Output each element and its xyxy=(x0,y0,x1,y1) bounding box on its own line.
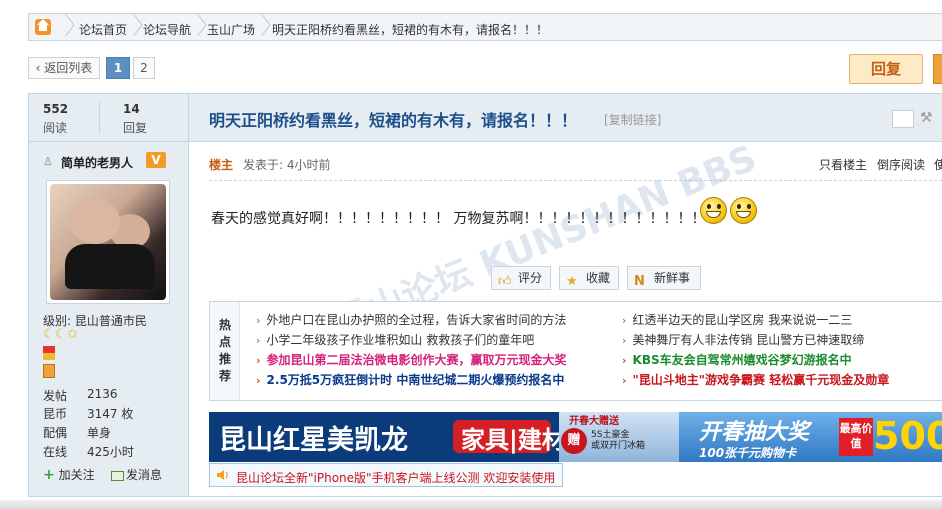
stat-value-coins: 3147 枚 xyxy=(87,407,134,421)
gift-badge-icon: 赠 xyxy=(561,428,587,454)
banner-lottery: 开春抽大奖 xyxy=(699,420,810,445)
breadcrumb-forum-home[interactable]: 论坛首页 xyxy=(79,21,127,38)
new-post-button[interactable] xyxy=(933,54,942,84)
stat-value-posts: 2136 xyxy=(87,387,118,401)
post-body: 春天的感觉真好啊！！！！！！！！！ 万物复苏啊！！！！！！！！！！！！！ xyxy=(211,211,706,227)
news-icon: N xyxy=(634,274,645,289)
banner-brand: 昆山红星美凯龙 xyxy=(219,425,408,456)
breadcrumb-yushan-square[interactable]: 玉山广场 xyxy=(207,21,255,38)
post-content: 楼主 发表于: 4小时前 只看楼主 倒序阅读 使 昆山论坛 KUNSHAN BB… xyxy=(189,138,942,496)
banner-tag: 家具|建材 xyxy=(461,426,566,454)
share-news-button[interactable]: N 新鲜事 xyxy=(627,266,701,290)
author-avatar[interactable] xyxy=(46,180,170,304)
envelope-icon xyxy=(111,470,124,481)
breadcrumb-forum-nav[interactable]: 论坛导航 xyxy=(143,21,191,38)
breadcrumb-separator xyxy=(193,14,203,40)
banner-amount: 5000 xyxy=(873,414,942,458)
page-button-2[interactable]: 2 xyxy=(133,57,155,79)
stat-value-online: 425小时 xyxy=(87,445,134,459)
back-to-list-label: 返回列表 xyxy=(44,61,93,75)
replies-label: 回复 xyxy=(123,121,148,135)
page-button-1[interactable]: 1 xyxy=(106,57,130,79)
moon-icon: ☾ xyxy=(55,327,67,342)
hot-link[interactable]: › 小学二年级孩子作业堆积如山 救救孩子们的童年吧 xyxy=(256,331,534,348)
page-bottom-edge xyxy=(0,500,942,509)
favorite-button[interactable]: ★ 收藏 xyxy=(559,266,619,290)
stat-label-posts: 发帖 xyxy=(43,389,68,403)
author-sidebar: 552 阅读 14 回复 ♙ 简单的老男人 V 级别: 昆山普通市民 ☾ ☾ ✩… xyxy=(29,94,189,496)
post-time: 发表于: 4小时前 xyxy=(243,158,331,172)
stat-label-spouse: 配偶 xyxy=(43,426,68,440)
breadcrumb-separator xyxy=(61,14,71,40)
hot-label: 热 点 推 荐 xyxy=(210,302,240,400)
views-count: 552 xyxy=(43,102,69,116)
author-name[interactable]: 简单的老男人 xyxy=(61,154,133,171)
breadcrumb-separator xyxy=(129,14,139,40)
divider xyxy=(209,180,942,181)
medal-icon[interactable] xyxy=(43,346,55,360)
back-to-list-button[interactable]: ‹ 返回列表 xyxy=(28,57,100,79)
thread-title: 明天正阳桥约看黑丝，短裙的有木有，请报名！！！ xyxy=(209,111,578,130)
stats-divider xyxy=(99,102,100,134)
copy-link-button[interactable]: [复制链接] xyxy=(604,111,661,128)
banner-gift-title: 开春大赠送 xyxy=(569,416,619,427)
rate-button[interactable]: 👍︎ 评分 xyxy=(491,266,551,290)
stat-label-online: 在线 xyxy=(43,445,68,459)
banner-gift-items: 5S土豪金 或双开门冰箱 xyxy=(591,430,646,451)
views-label: 阅读 xyxy=(43,121,68,135)
floor-label: 楼主 xyxy=(209,158,234,172)
hot-link[interactable]: › 红透半边天的昆山学区房 我来说说一二三 xyxy=(622,311,852,328)
speaker-icon xyxy=(217,470,228,480)
hot-link[interactable]: › 参加昆山第二届法治微电影创作大赛，赢取万元现金大奖 xyxy=(256,351,567,368)
banner-vouchers: 100张千元购物卡 xyxy=(699,446,797,460)
hot-link[interactable]: › "昆山斗地主"游戏争霸赛 轻松赢千元现金及勋章 xyxy=(622,371,889,388)
breadcrumb-current-thread[interactable]: 明天正阳桥约看黑丝，短裙的有木有，请报名！！！ xyxy=(272,21,548,38)
hot-link[interactable]: › KBS车友会自驾常州嬉戏谷梦幻游报名中 xyxy=(622,351,852,368)
plus-icon: + xyxy=(43,467,55,483)
medal-icon[interactable] xyxy=(43,364,55,378)
stat-label-coins: 昆币 xyxy=(43,407,68,421)
hot-recommendations: 热 点 推 荐 › 外地户口在昆山办护照的全过程，告诉大家省时间的方法 › 小学二年… xyxy=(209,301,942,401)
banner-max-label: 最高价值 xyxy=(839,418,873,456)
wrench-icon[interactable]: ⚒ xyxy=(920,110,933,126)
replies-count: 14 xyxy=(123,102,140,116)
breadcrumb: 论坛首页 论坛导航 玉山广场 明天正阳桥约看黑丝，短裙的有木有，请报名！！！ xyxy=(28,13,942,41)
thread-stats: 552 阅读 14 回复 xyxy=(29,94,188,142)
view-author-only-link[interactable]: 只看楼主 xyxy=(819,156,867,173)
reverse-order-link[interactable]: 倒序阅读 xyxy=(877,156,925,173)
extra-link[interactable]: 使 xyxy=(934,156,942,173)
reply-button[interactable]: 回复 xyxy=(849,54,923,84)
star-rank-icon: ✩ xyxy=(67,327,78,342)
hot-link[interactable]: › 外地户口在昆山办护照的全过程，告诉大家省时间的方法 xyxy=(256,311,566,328)
user-online-icon: ♙ xyxy=(43,155,53,168)
hot-link[interactable]: › 美神舞厅有人非法传销 昆山警方已神速取缔 xyxy=(622,331,864,348)
send-message-button[interactable]: 发消息 xyxy=(111,466,162,483)
follow-button[interactable]: + 加关注 xyxy=(43,466,95,483)
chevron-left-icon: ‹ xyxy=(35,61,45,75)
breadcrumb-separator xyxy=(257,14,267,40)
hot-link[interactable]: › 2.5万抵5万疯狂倒计时 中南世纪城二期火爆预约报名中 xyxy=(256,371,564,388)
jump-floor-input[interactable] xyxy=(892,110,914,128)
star-icon: ★ xyxy=(566,274,578,289)
ad-banner[interactable]: 昆山红星美凯龙 家具|建材 开春大赠送 赠 5S土豪金 或双开门冰箱 开春抽大奖 … xyxy=(209,412,942,462)
app-notice[interactable]: 昆山论坛全新"iPhone版"手机客户端上线公测 欢迎安装使用 xyxy=(209,463,563,487)
stat-value-spouse: 单身 xyxy=(87,426,112,440)
app-notice-text: 昆山论坛全新"iPhone版"手机客户端上线公测 欢迎安装使用 xyxy=(236,471,556,485)
thumb-up-icon: 👍︎ xyxy=(498,274,512,289)
vip-badge-icon[interactable]: V xyxy=(146,152,166,168)
thread-title-bar: 明天正阳桥约看黑丝，短裙的有木有，请报名！！！ [复制链接] ⚒ xyxy=(189,94,942,142)
post-container: 552 阅读 14 回复 ♙ 简单的老男人 V 级别: 昆山普通市民 ☾ ☾ ✩… xyxy=(28,93,942,497)
moon-icon: ☾ xyxy=(43,327,55,342)
grin-emoji-icon xyxy=(700,197,727,224)
grin-emoji-icon xyxy=(730,197,757,224)
home-icon[interactable] xyxy=(35,19,51,35)
